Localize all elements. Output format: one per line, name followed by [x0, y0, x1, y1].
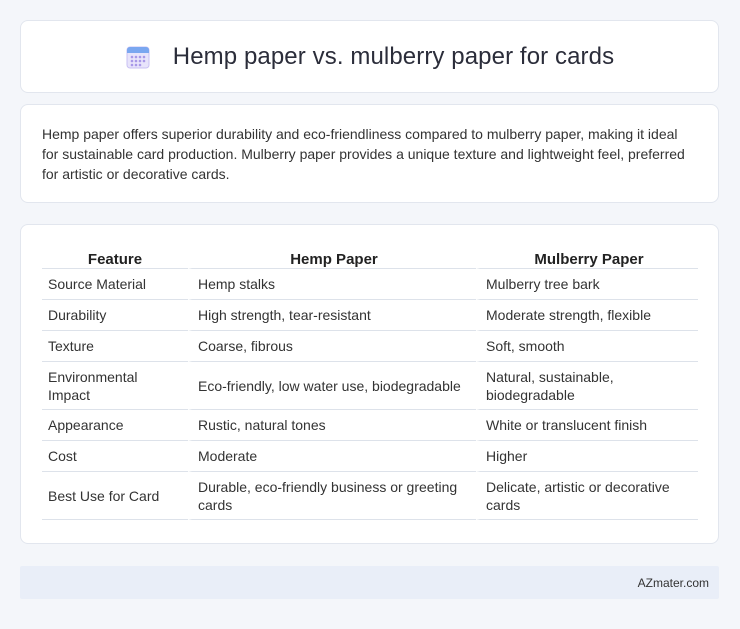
header-mulberry-paper: Mulberry Paper — [476, 245, 698, 269]
footer-brand[interactable]: AZmater.com — [638, 576, 709, 590]
mulberry-cell: Soft, smooth — [476, 331, 698, 362]
table-row: Appearance Rustic, natural tones White o… — [42, 410, 698, 441]
comparison-card: Feature Hemp Paper Mulberry Paper Source… — [20, 224, 719, 544]
hemp-cell: Durable, eco-friendly business or greeti… — [188, 472, 476, 520]
feature-cell: Source Material — [42, 269, 188, 300]
feature-cell: Durability — [42, 300, 188, 331]
page-title: Hemp paper vs. mulberry paper for cards — [172, 42, 615, 70]
mulberry-cell: Mulberry tree bark — [476, 269, 698, 300]
table-row: Durability High strength, tear-resistant… — [42, 300, 698, 331]
summary-text: Hemp paper offers superior durability an… — [42, 126, 685, 182]
header-feature: Feature — [42, 245, 188, 269]
feature-cell: Best Use for Card — [42, 472, 188, 520]
table-row: Source Material Hemp stalks Mulberry tre… — [42, 269, 698, 300]
calendar-icon — [125, 44, 151, 70]
mulberry-cell: Moderate strength, flexible — [476, 300, 698, 331]
title-wrap: Hemp paper vs. mulberry paper for cards — [125, 43, 614, 71]
mulberry-cell: Delicate, artistic or decorative cards — [476, 472, 698, 520]
header-hemp-paper: Hemp Paper — [188, 245, 476, 269]
mulberry-cell: Higher — [476, 441, 698, 472]
feature-cell: Environmental Impact — [42, 362, 188, 410]
feature-cell: Texture — [42, 331, 188, 362]
mulberry-cell: White or translucent finish — [476, 410, 698, 441]
hemp-cell: Eco-friendly, low water use, biodegradab… — [188, 362, 476, 410]
comparison-table: Feature Hemp Paper Mulberry Paper Source… — [42, 245, 698, 520]
table-row: Texture Coarse, fibrous Soft, smooth — [42, 331, 698, 362]
mulberry-cell: Natural, sustainable, biodegradable — [476, 362, 698, 410]
table-header-row: Feature Hemp Paper Mulberry Paper — [42, 245, 698, 269]
feature-cell: Appearance — [42, 410, 188, 441]
hemp-cell: Coarse, fibrous — [188, 331, 476, 362]
table-row: Best Use for Card Durable, eco-friendly … — [42, 472, 698, 520]
summary-card: Hemp paper offers superior durability an… — [20, 104, 719, 203]
feature-cell: Cost — [42, 441, 188, 472]
table-row: Environmental Impact Eco-friendly, low w… — [42, 362, 698, 410]
title-card: Hemp paper vs. mulberry paper for cards — [20, 20, 719, 93]
hemp-cell: Hemp stalks — [188, 269, 476, 300]
hemp-cell: Rustic, natural tones — [188, 410, 476, 441]
footer: AZmater.com — [20, 566, 719, 599]
table-row: Cost Moderate Higher — [42, 441, 698, 472]
hemp-cell: High strength, tear-resistant — [188, 300, 476, 331]
hemp-cell: Moderate — [188, 441, 476, 472]
